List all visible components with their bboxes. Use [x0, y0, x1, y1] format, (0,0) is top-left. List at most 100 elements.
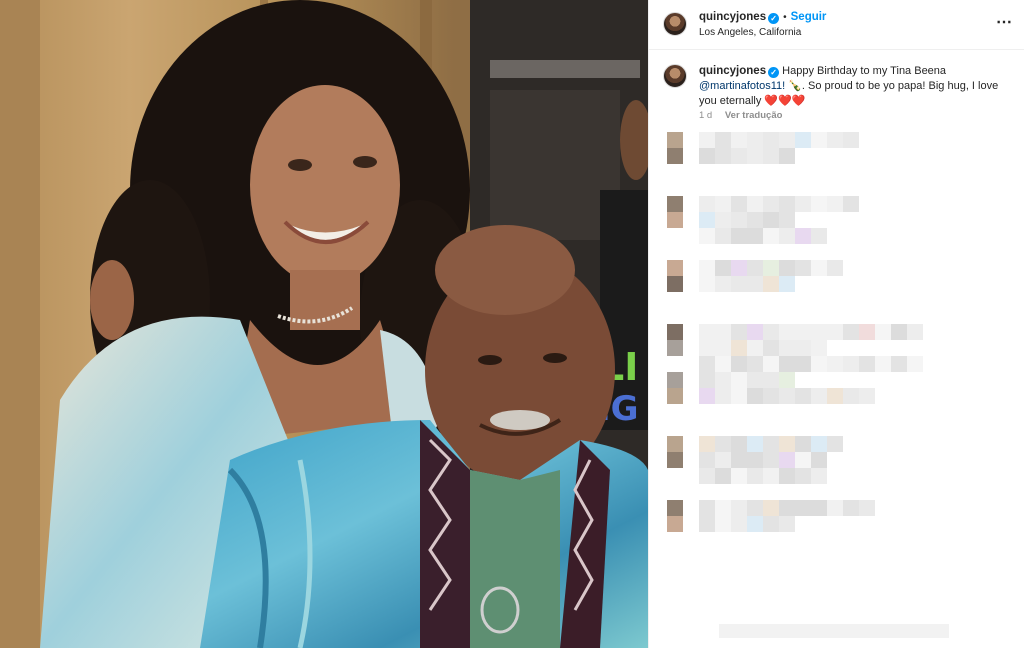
comment-text-pixel [699, 372, 715, 388]
comment-text-pixel [811, 196, 827, 212]
comment-text-pixel [779, 340, 795, 356]
post-location[interactable]: Los Angeles, California [699, 27, 801, 38]
comment-text-pixel [763, 260, 779, 276]
comment-text-pixel [779, 212, 795, 228]
comment-text-pixel [795, 356, 811, 372]
comment-text-pixel [715, 516, 731, 532]
comment-text-pixel [763, 452, 779, 468]
comment-text-pixel [731, 196, 747, 212]
caption-avatar[interactable] [663, 64, 687, 88]
comment-text-pixel [747, 452, 763, 468]
comment-text-pixel [747, 356, 763, 372]
comment-text-pixel [731, 212, 747, 228]
comment-text-pixel [827, 324, 843, 340]
comment-avatar-pixel [667, 436, 683, 452]
comment-item-blurred [649, 436, 1024, 488]
comment-text-pixel [811, 452, 827, 468]
comment-text-pixel [731, 372, 747, 388]
comment-text-pixel [763, 132, 779, 148]
comment-text-pixel [715, 212, 731, 228]
comment-text-pixel [827, 356, 843, 372]
comment-text-pixel [795, 132, 811, 148]
comment-text-pixel [699, 276, 715, 292]
comment-text-pixel [715, 148, 731, 164]
header-username[interactable]: quincyjones [699, 11, 766, 23]
comment-text-pixel [763, 388, 779, 404]
comment-text-pixel [811, 260, 827, 276]
comment-text-pixel [763, 516, 779, 532]
comment-text-pixel [747, 132, 763, 148]
comment-text-pixel [795, 388, 811, 404]
comment-text-pixel [747, 196, 763, 212]
comment-text-pixel [859, 356, 875, 372]
see-translation-button[interactable]: Ver tradução [725, 110, 783, 121]
comment-text-pixel [763, 148, 779, 164]
comment-text-pixel [875, 356, 891, 372]
comment-text-pixel [795, 324, 811, 340]
comment-text-pixel [779, 148, 795, 164]
comment-text-pixel [731, 452, 747, 468]
comment-avatar-pixel [667, 388, 683, 404]
comment-text-pixel [843, 388, 859, 404]
comment-text-pixel [731, 228, 747, 244]
comment-text-pixel [795, 468, 811, 484]
comment-text-pixel [875, 324, 891, 340]
comment-text-pixel [699, 516, 715, 532]
caption-text: quincyjones ✓ Happy Birthday to my Tina B… [699, 64, 1009, 109]
comment-text-pixel [747, 468, 763, 484]
comment-text-pixel [811, 324, 827, 340]
comment-text-pixel [715, 388, 731, 404]
comment-text-pixel [715, 468, 731, 484]
comment-text-pixel [699, 340, 715, 356]
comment-text-pixel [811, 356, 827, 372]
more-options-icon[interactable]: ⋯ [996, 12, 1013, 32]
post-photo[interactable]: LI IG [0, 0, 648, 648]
caption-mention-link[interactable]: @martinafotos11! [699, 80, 785, 92]
comment-text-pixel [779, 260, 795, 276]
follow-button[interactable]: Seguir [791, 11, 827, 23]
comment-text-pixel [763, 196, 779, 212]
comment-text-pixel [763, 468, 779, 484]
comment-text-pixel [731, 468, 747, 484]
comment-text-pixel [699, 468, 715, 484]
comment-text-pixel [747, 516, 763, 532]
comment-text-pixel [795, 196, 811, 212]
comment-item-blurred [649, 260, 1024, 312]
caption-meta: 1 d Ver tradução [699, 110, 782, 121]
header-user-line: quincyjones ✓ • Seguir [699, 11, 826, 24]
comment-text-pixel [907, 356, 923, 372]
comment-text-pixel [779, 500, 795, 516]
comment-text-pixel [859, 324, 875, 340]
comment-text-pixel [747, 212, 763, 228]
comment-text-pixel [779, 516, 795, 532]
comment-text-pixel [891, 356, 907, 372]
comment-text-pixel [747, 148, 763, 164]
comment-text-pixel [731, 260, 747, 276]
comment-item-blurred [649, 500, 1024, 552]
comment-text-pixel [731, 436, 747, 452]
profile-avatar[interactable] [663, 12, 687, 36]
comment-text-pixel [811, 436, 827, 452]
comment-text-pixel [827, 500, 843, 516]
comment-text-pixel [811, 468, 827, 484]
comment-text-pixel [731, 340, 747, 356]
comment-text-pixel [763, 276, 779, 292]
comment-text-pixel [715, 260, 731, 276]
comment-text-pixel [699, 356, 715, 372]
comment-text-pixel [715, 276, 731, 292]
comment-text-pixel [811, 132, 827, 148]
comment-text-pixel [715, 452, 731, 468]
comment-text-pixel [763, 340, 779, 356]
comment-avatar-pixel [667, 516, 683, 532]
comment-text-pixel [811, 228, 827, 244]
comment-text-pixel [827, 132, 843, 148]
verified-badge-icon: ✓ [768, 13, 780, 24]
comment-item-blurred [649, 372, 1024, 424]
caption-time: 1 d [699, 110, 713, 121]
comment-input-blurred [719, 624, 949, 638]
caption-username[interactable]: quincyjones [699, 65, 766, 77]
comment-avatar-pixel [667, 260, 683, 276]
comment-text-pixel [779, 276, 795, 292]
comment-avatar-pixel [667, 148, 683, 164]
comment-text-pixel [763, 212, 779, 228]
